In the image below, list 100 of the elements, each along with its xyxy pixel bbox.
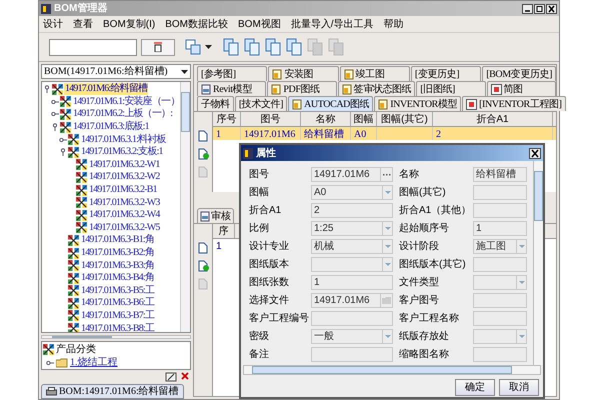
tab[interactable]: 子物料 [197, 96, 234, 111]
tree-item[interactable]: 14917.01M6.2:上板（一）: [72, 108, 174, 120]
tree-item[interactable]: 14917.01M6.1:安装座（一） [72, 96, 180, 108]
dropdown-button[interactable] [382, 186, 392, 199]
tree-item[interactable]: 14917.01M6.3-B7:工 [80, 310, 156, 322]
table-row[interactable]: 1 14917.01M6 给料留槽 A0 2 [213, 127, 556, 140]
column-header[interactable]: 图幅 [351, 112, 377, 126]
input-field[interactable]: 机械 [311, 239, 393, 254]
tab[interactable]: 签审状态图纸 [338, 81, 416, 96]
input-field[interactable]: 1 [311, 275, 393, 290]
search-field[interactable] [49, 38, 137, 56]
copy-icon[interactable] [243, 38, 261, 56]
tab[interactable]: [技术文件] [234, 96, 288, 111]
tree-item[interactable]: 14917.01M6.3-B8:工 [80, 322, 156, 332]
column-header[interactable]: 图号 [241, 112, 301, 126]
edit-file-icon[interactable] [198, 166, 208, 178]
dropdown-button[interactable] [516, 240, 526, 253]
tab[interactable]: 安装图 [268, 66, 339, 81]
tree-item[interactable]: 14917.01M6.3:底板:1 [72, 121, 150, 134]
input-field[interactable]: 14917.01M6 [311, 293, 393, 308]
tab[interactable]: [INVENTOR工程图] [462, 96, 566, 111]
column-header[interactable]: 折合A1 [433, 112, 553, 126]
copy-icon[interactable] [306, 38, 324, 56]
input-field[interactable]: 1 [473, 221, 527, 236]
input-field[interactable] [473, 275, 527, 290]
menu-item[interactable]: 查看 [73, 16, 93, 32]
tab[interactable]: [BOM变更历史] [482, 66, 556, 81]
scrollbar[interactable] [533, 161, 543, 365]
document-tab[interactable]: BOM:14917.01M6:给料留槽 [41, 384, 184, 399]
dropdown-button[interactable] [382, 258, 392, 271]
column-header[interactable]: 序号 [213, 112, 241, 126]
menu-item[interactable]: 批量导入/导出工具 [290, 16, 374, 32]
menu-item[interactable]: BOM复制(I) [103, 16, 156, 32]
copy-icon[interactable] [222, 38, 240, 56]
input-field[interactable] [473, 311, 527, 326]
table-icon[interactable] [185, 39, 201, 55]
tree-item[interactable]: 14917.01M6.3-B6:工 [80, 297, 156, 310]
tab[interactable]: AUTOCAD图纸 [288, 96, 374, 111]
input-field[interactable] [311, 311, 393, 326]
tree-item[interactable]: 产品分类 [56, 342, 96, 357]
dialog-button[interactable]: 取消 [499, 379, 539, 396]
tree-item[interactable]: 14917.01M6.3.2-W5 [88, 222, 161, 234]
input-field[interactable]: 14917.01M6 [311, 167, 393, 182]
input-field[interactable] [473, 257, 527, 272]
new-file-icon[interactable] [198, 242, 208, 254]
scrollbar[interactable] [243, 365, 541, 375]
tree-item[interactable]: 14917.01M6.3.2-W3 [88, 196, 161, 209]
tab[interactable]: [旧图纸] [416, 81, 486, 96]
dropdown-button[interactable] [382, 240, 392, 253]
minimize-icon[interactable] [522, 4, 533, 14]
menu-item[interactable]: BOM数据比较 [165, 16, 228, 32]
input-field[interactable] [473, 329, 527, 344]
column-header[interactable]: 名称 [301, 112, 351, 126]
input-field[interactable]: 2 [311, 203, 393, 218]
dropdown-button[interactable] [516, 330, 526, 343]
expanded-node-icon[interactable] [51, 122, 59, 132]
dropdown-button[interactable] [516, 276, 526, 289]
input-field[interactable]: 1:25 [311, 221, 393, 236]
copy-icon[interactable] [264, 38, 282, 56]
tree-item[interactable]: 14917.01M6.3.2-W4 [88, 209, 161, 222]
edit-file-icon[interactable] [198, 278, 208, 290]
scrollbar[interactable] [41, 335, 191, 339]
tree-item[interactable]: 14917.01M6.3.2-B1 [88, 184, 158, 196]
tab[interactable]: [参考图] [197, 66, 268, 81]
menu-item[interactable]: BOM视图 [238, 16, 281, 32]
tree-item[interactable]: 14917.01M6.3-B3:角 [80, 260, 156, 272]
tree-item[interactable]: 14917.01M6.3.2:支板:1 [80, 146, 164, 158]
input-field[interactable]: 一般 [311, 329, 393, 344]
column-header[interactable]: 图幅(其它) [377, 112, 433, 126]
tab[interactable]: [变更历史] [410, 66, 482, 81]
browse-button[interactable] [380, 168, 392, 181]
copy-icon[interactable] [327, 38, 345, 56]
menu-item[interactable]: 帮助 [384, 16, 404, 32]
input-field[interactable] [473, 347, 527, 362]
input-field[interactable] [473, 293, 527, 308]
new-file-icon[interactable] [198, 130, 208, 142]
add-file-icon[interactable] [198, 260, 208, 272]
close-icon[interactable] [529, 148, 541, 158]
dropdown-button[interactable] [382, 330, 392, 343]
expanded-node-icon[interactable] [43, 84, 51, 94]
tree-item[interactable]: 14917.01M6.3-B2:角 [80, 247, 156, 260]
tree-item[interactable]: 1.烧结工程 [70, 355, 118, 370]
input-field[interactable]: 给料留槽 [473, 167, 527, 182]
tree-item[interactable]: 14917.01M6:给料留槽 [64, 83, 148, 96]
tree-item[interactable]: 14917.01M6.3.1:料衬板 [80, 134, 167, 146]
tab[interactable]: 竣工图 [340, 66, 410, 81]
tree-item[interactable]: 14917.01M6.3.2-W2 [88, 171, 161, 184]
edit-icon[interactable] [165, 372, 177, 382]
close-icon[interactable] [546, 4, 557, 14]
tab[interactable]: 简图 [486, 81, 556, 96]
search-button[interactable] [141, 38, 175, 56]
input-field[interactable]: 施工图 [473, 239, 527, 254]
input-field[interactable] [311, 347, 393, 362]
dialog-button[interactable]: 确定 [455, 379, 495, 396]
input-field[interactable] [311, 257, 393, 272]
tree-item[interactable]: 14917.01M6.3-B1:角 [80, 234, 156, 246]
tree-item[interactable]: 14917.01M6.3-B5:工 [80, 284, 156, 297]
dropdown-button[interactable] [382, 222, 392, 235]
copy-icon[interactable] [285, 38, 303, 56]
input-field[interactable]: A0 [311, 185, 393, 200]
